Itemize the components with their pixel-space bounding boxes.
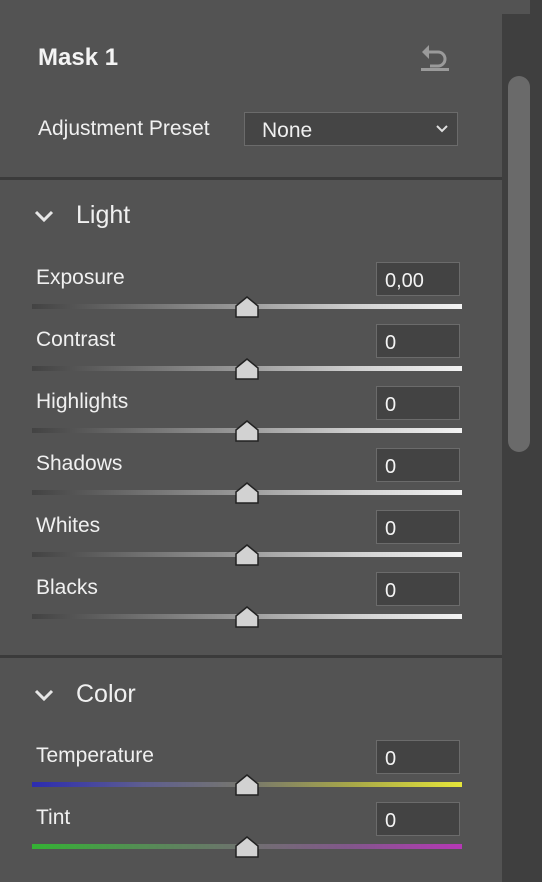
adjustment-preset-dropdown[interactable]: None xyxy=(244,112,458,146)
contrast-label: Contrast xyxy=(36,328,116,351)
exposure-label: Exposure xyxy=(36,266,125,289)
tint-label: Tint xyxy=(36,806,71,829)
contrast-slider-thumb[interactable] xyxy=(234,358,260,381)
reset-icon[interactable] xyxy=(418,42,452,72)
temperature-value: 0 xyxy=(385,748,397,770)
highlights-slider-thumb[interactable] xyxy=(234,420,260,443)
section-title-light[interactable]: Light xyxy=(76,201,130,230)
scrollbar-thumb[interactable] xyxy=(508,76,530,452)
temperature-slider-thumb[interactable] xyxy=(234,774,260,797)
shadows-input[interactable]: 0 xyxy=(376,448,460,482)
scrollbar-cap xyxy=(502,0,530,14)
contrast-value: 0 xyxy=(385,332,397,354)
whites-input[interactable]: 0 xyxy=(376,510,460,544)
shadows-slider-thumb[interactable] xyxy=(234,482,260,505)
exposure-input[interactable]: 0,00 xyxy=(376,262,460,296)
blacks-slider-thumb[interactable] xyxy=(234,606,260,629)
highlights-label: Highlights xyxy=(36,390,129,413)
blacks-label: Blacks xyxy=(36,576,98,599)
shadows-label: Shadows xyxy=(36,452,123,475)
chevron-down-icon[interactable] xyxy=(33,687,55,703)
tint-value: 0 xyxy=(385,810,397,832)
blacks-value: 0 xyxy=(385,580,397,602)
tint-slider-thumb[interactable] xyxy=(234,836,260,859)
blacks-input[interactable]: 0 xyxy=(376,572,460,606)
highlights-input[interactable]: 0 xyxy=(376,386,460,420)
temperature-input[interactable]: 0 xyxy=(376,740,460,774)
divider xyxy=(0,177,502,180)
whites-label: Whites xyxy=(36,514,101,537)
contrast-input[interactable]: 0 xyxy=(376,324,460,358)
whites-value: 0 xyxy=(385,518,397,540)
whites-slider-thumb[interactable] xyxy=(234,544,260,567)
scrollbar[interactable] xyxy=(502,0,542,882)
highlights-value: 0 xyxy=(385,394,397,416)
section-title-color[interactable]: Color xyxy=(76,680,136,709)
temperature-label: Temperature xyxy=(36,744,154,767)
shadows-value: 0 xyxy=(385,456,397,478)
mask-title: Mask 1 xyxy=(38,44,119,71)
tint-input[interactable]: 0 xyxy=(376,802,460,836)
exposure-slider-thumb[interactable] xyxy=(234,296,260,319)
mask-properties-panel: Mask 1 Adjustment Preset None Light Expo… xyxy=(0,0,502,882)
chevron-down-icon xyxy=(436,125,448,133)
exposure-value: 0,00 xyxy=(385,270,424,292)
adjustment-preset-label: Adjustment Preset xyxy=(38,117,210,140)
divider xyxy=(0,655,502,658)
chevron-down-icon[interactable] xyxy=(33,208,55,224)
adjustment-preset-value: None xyxy=(262,119,313,142)
